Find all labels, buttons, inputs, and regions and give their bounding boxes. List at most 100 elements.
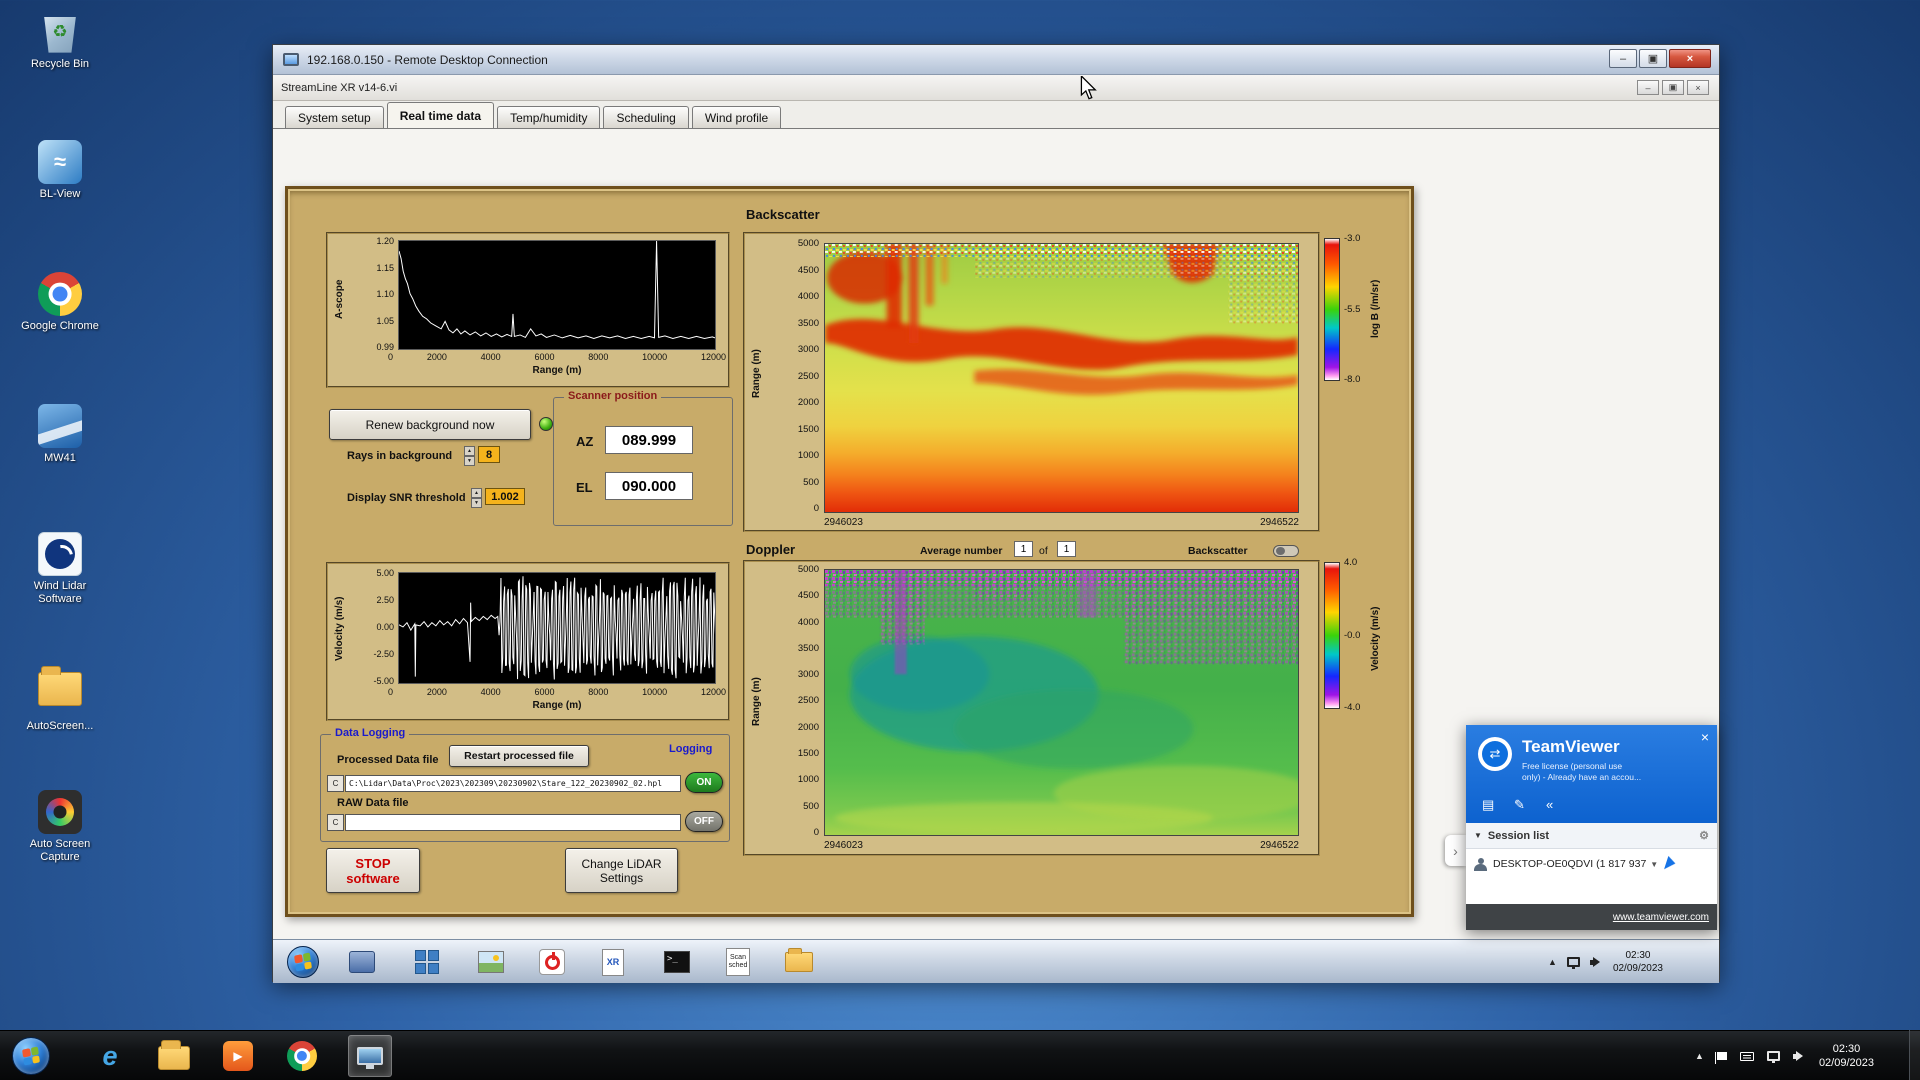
tick-label: 1.10 bbox=[376, 289, 394, 299]
tick-label: 5.00 bbox=[376, 568, 394, 578]
tick-label: 1.05 bbox=[376, 315, 394, 326]
tick-label: 8000 bbox=[588, 352, 609, 362]
restart-processed-file-button[interactable]: Restart processed file bbox=[449, 745, 589, 767]
start-button[interactable] bbox=[12, 1037, 50, 1075]
desktop-icon-recycle-bin[interactable]: ♻ Recycle Bin bbox=[14, 10, 106, 71]
logging-label: Logging bbox=[669, 743, 713, 755]
remote-network-icon[interactable] bbox=[1566, 957, 1580, 969]
raw-path-field[interactable] bbox=[345, 814, 681, 831]
chevron-down-icon[interactable]: ▼ bbox=[1650, 860, 1658, 869]
remote-taskbar-power-off[interactable] bbox=[531, 943, 573, 981]
photo-viewer-icon bbox=[478, 951, 504, 973]
rays-value-field[interactable]: 8 bbox=[478, 446, 500, 463]
display-grid-icon bbox=[415, 950, 439, 974]
ascope-plot bbox=[398, 240, 716, 350]
app-window-title: StreamLine XR v14-6.vi bbox=[281, 81, 398, 94]
change-lidar-settings-button[interactable]: Change LiDAR Settings bbox=[565, 848, 678, 893]
app-close-button[interactable]: × bbox=[1687, 80, 1709, 95]
teamviewer-link[interactable]: www.teamviewer.com bbox=[1613, 912, 1709, 923]
rdp-titlebar[interactable]: 192.168.0.150 - Remote Desktop Connectio… bbox=[273, 45, 1719, 75]
taskbar-remote-desktop-active[interactable] bbox=[348, 1035, 392, 1077]
remote-taskbar-xr-document[interactable]: XR bbox=[592, 943, 634, 981]
stop-software-button[interactable]: STOP software bbox=[326, 848, 420, 893]
remote-start-button[interactable] bbox=[287, 946, 319, 978]
teamviewer-footer: www.teamviewer.com bbox=[1466, 904, 1717, 930]
remote-taskbar-display-grid[interactable] bbox=[406, 943, 448, 981]
app-minimize-button[interactable]: – bbox=[1637, 80, 1659, 95]
tick-label: 4500 bbox=[797, 590, 819, 602]
tick-label: 500 bbox=[803, 800, 819, 812]
el-value-field[interactable]: 090.000 bbox=[605, 472, 693, 500]
average-number-field[interactable]: 1 bbox=[1014, 541, 1033, 557]
remote-volume-icon[interactable] bbox=[1589, 956, 1603, 968]
taskbar-media-player[interactable]: ▶ bbox=[216, 1035, 260, 1077]
tab-wind-profile[interactable]: Wind profile bbox=[691, 106, 782, 128]
desktop-icon-mw41[interactable]: MW41 bbox=[14, 404, 106, 465]
tab-system-setup[interactable]: System setup bbox=[285, 106, 384, 128]
renew-background-button[interactable]: Renew background now bbox=[329, 409, 531, 440]
remote-taskbar-scan-scheduler[interactable]: Scan sched bbox=[717, 943, 759, 981]
recycle-bin-icon: ♻ bbox=[44, 17, 76, 53]
remote-taskbar-folder[interactable] bbox=[778, 943, 820, 981]
action-center-flag-icon[interactable] bbox=[1714, 1052, 1727, 1064]
average-count-field[interactable]: 1 bbox=[1057, 541, 1076, 557]
remote-tray-expand-icon[interactable]: ▲ bbox=[1548, 957, 1557, 967]
teamviewer-collapse-tab[interactable]: › bbox=[1445, 835, 1466, 866]
desktop-icon-wind-lidar[interactable]: Wind Lidar Software bbox=[14, 532, 106, 606]
taskbar-file-explorer[interactable] bbox=[152, 1035, 196, 1077]
snr-value-field[interactable]: 1.002 bbox=[485, 488, 525, 505]
snr-threshold-label: Display SNR threshold bbox=[347, 492, 466, 504]
teamviewer-close-icon[interactable]: × bbox=[1701, 729, 1709, 745]
tick-label: 2500 bbox=[797, 370, 819, 382]
teamviewer-chat-icon[interactable]: ▤ bbox=[1482, 797, 1494, 813]
backscatter-display-switch[interactable] bbox=[1273, 545, 1299, 557]
tray-expand-icon[interactable]: ▲ bbox=[1695, 1051, 1704, 1061]
folder-icon bbox=[158, 1040, 190, 1070]
teamviewer-tools-icon[interactable]: ✎ bbox=[1514, 797, 1525, 813]
scan-label-line2: sched bbox=[728, 962, 748, 969]
remote-taskbar-app-window[interactable] bbox=[341, 943, 383, 981]
rdp-minimize-button[interactable]: – bbox=[1609, 49, 1637, 68]
network-icon[interactable] bbox=[1766, 1051, 1780, 1063]
raw-drive-button[interactable]: C bbox=[327, 814, 344, 831]
rdp-maximize-button[interactable]: ▣ bbox=[1639, 49, 1667, 68]
tick-label: 3500 bbox=[797, 317, 819, 329]
desktop-icon-autoscreen[interactable]: AutoScreen... bbox=[14, 664, 106, 733]
gear-icon[interactable]: ⚙ bbox=[1699, 829, 1709, 842]
processed-drive-button[interactable]: C bbox=[327, 775, 344, 792]
desktop-icon-auto-screen-capture[interactable]: Auto Screen Capture bbox=[14, 790, 106, 864]
raw-logging-toggle[interactable]: OFF bbox=[685, 811, 723, 832]
rays-spinner[interactable]: ▲ ▼ bbox=[464, 446, 475, 466]
desktop-icon-google-chrome[interactable]: Google Chrome bbox=[14, 272, 106, 333]
remote-control-pointer-icon[interactable] bbox=[1664, 855, 1678, 873]
teamviewer-session-entry[interactable]: DESKTOP-OE0QDVI (1 817 937 ▼ bbox=[1466, 849, 1717, 879]
tab-scheduling[interactable]: Scheduling bbox=[603, 106, 689, 128]
volume-icon[interactable] bbox=[1792, 1050, 1806, 1062]
tick-label: 3000 bbox=[797, 669, 819, 681]
ascope-y-ticks: 1.20 1.15 1.10 1.05 0.99 bbox=[358, 236, 394, 352]
processed-logging-toggle[interactable]: ON bbox=[685, 772, 723, 793]
taskbar-clock[interactable]: 02:30 02/09/2023 bbox=[1819, 1042, 1874, 1070]
tick-label: 0 bbox=[813, 826, 819, 838]
data-logging-group: Data Logging Logging Processed Data file… bbox=[320, 727, 730, 842]
processed-path-field[interactable]: C:\Lidar\Data\Proc\2023\202309\20230902\… bbox=[345, 775, 681, 792]
teamviewer-session-list-header[interactable]: ▼ Session list ⚙ bbox=[1466, 823, 1717, 849]
app-titlebar[interactable]: StreamLine XR v14-6.vi bbox=[273, 75, 1719, 101]
rdp-close-button[interactable]: × bbox=[1669, 49, 1711, 68]
taskbar-chrome[interactable] bbox=[280, 1035, 324, 1077]
show-desktop-button[interactable] bbox=[1909, 1030, 1920, 1080]
teamviewer-collapse-icon[interactable]: « bbox=[1546, 797, 1553, 812]
desktop-icon-label: Google Chrome bbox=[21, 320, 99, 332]
az-value-field[interactable]: 089.999 bbox=[605, 426, 693, 454]
keyboard-layout-icon[interactable] bbox=[1739, 1051, 1754, 1061]
remote-taskbar-command-prompt[interactable]: >_ bbox=[656, 943, 698, 981]
scanner-position-group: Scanner position AZ 089.999 EL 090.000 bbox=[553, 390, 733, 526]
remote-clock[interactable]: 02:30 02/09/2023 bbox=[1613, 949, 1663, 975]
remote-taskbar-photo-viewer[interactable] bbox=[470, 943, 512, 981]
app-restore-button[interactable]: ▣ bbox=[1662, 80, 1684, 95]
tab-temp-humidity[interactable]: Temp/humidity bbox=[497, 106, 601, 128]
snr-spinner[interactable]: ▲ ▼ bbox=[471, 488, 482, 508]
tab-real-time-data[interactable]: Real time data bbox=[386, 102, 495, 128]
taskbar-internet-explorer[interactable]: e bbox=[88, 1035, 132, 1077]
desktop-icon-bl-view[interactable]: ≈ BL-View bbox=[14, 140, 106, 201]
